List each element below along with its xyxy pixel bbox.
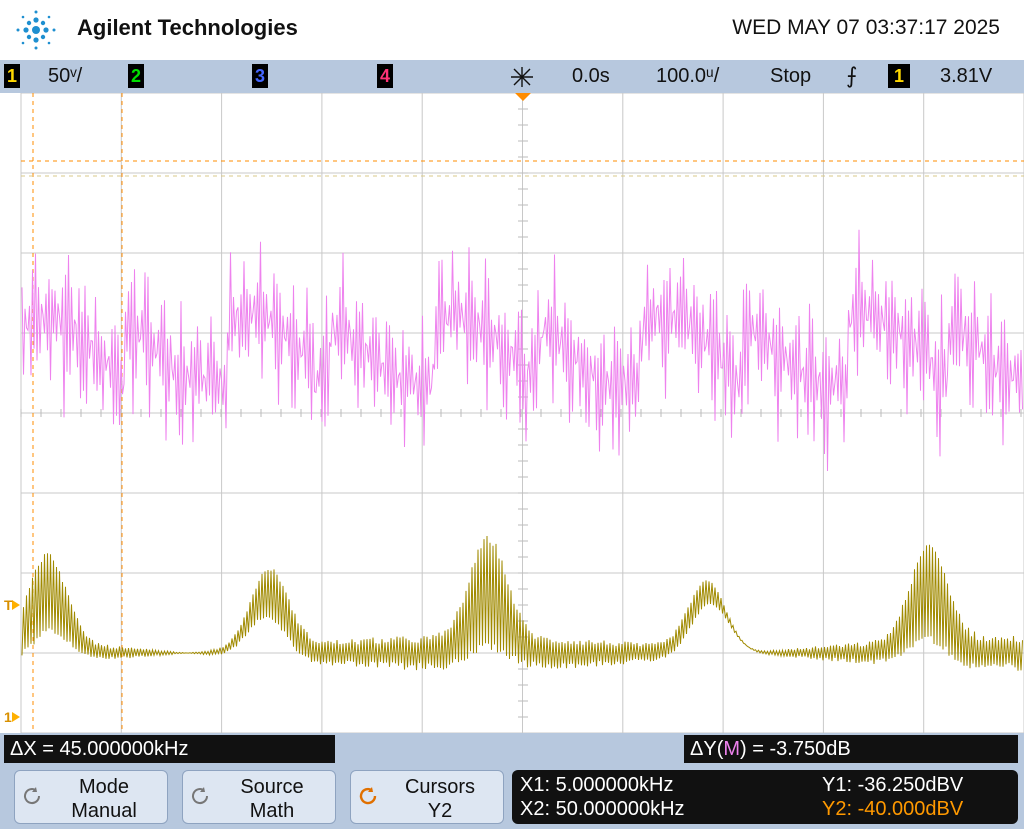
brand-name: Agilent Technologies: [77, 15, 298, 40]
source-value: Math: [249, 800, 295, 822]
channel-1-scale[interactable]: 50ᵛ/: [48, 65, 82, 88]
rotate-icon-orange: [359, 787, 377, 805]
status-bar: 1 50ᵛ/ 2 3 4 0.0s 100.0ᵘ/ Stop ⨍ 1 3.81V: [0, 60, 1024, 93]
ground-arrow: [12, 712, 20, 722]
delta-y-prefix: ΔY(: [690, 738, 724, 760]
delta-y-value: ) = -3.750dB: [740, 738, 851, 760]
channel-2-badge[interactable]: 2: [128, 64, 144, 88]
delta-x-readout: ΔX = 45.000000kHz: [4, 735, 335, 763]
channel-4-badge[interactable]: 4: [377, 64, 393, 88]
rotate-icon: [24, 787, 41, 805]
mode-softkey[interactable]: Mode Manual: [14, 770, 168, 824]
trigger-icon: [511, 67, 533, 87]
cursor-x1: X1: 5.000000kHz: [520, 774, 674, 796]
source-label: Source: [240, 776, 304, 798]
timebase-scale[interactable]: 100.0ᵘ/: [656, 65, 719, 88]
rotate-icon: [192, 787, 209, 805]
source-softkey[interactable]: Source Math: [182, 770, 336, 824]
trigger-source-badge[interactable]: 1: [888, 64, 910, 88]
trigger-slope-icon: ⨍: [846, 63, 858, 88]
cursor-readout-panel: X1: 5.000000kHz X2: 50.000000kHz Y1: -36…: [512, 770, 1018, 824]
top-bar: Agilent Technologies WED MAY 07 03:37:17…: [0, 0, 1024, 60]
softkey-bar: Mode Manual Source Math Cursors Y2 X1: 5…: [0, 766, 1024, 829]
cursors-label: Cursors: [404, 776, 475, 798]
cursors-softkey[interactable]: Cursors Y2: [350, 770, 504, 824]
channel-3-badge[interactable]: 3: [252, 64, 268, 88]
delay-value[interactable]: 0.0s: [572, 65, 610, 88]
cursors-value: Y2: [427, 800, 453, 822]
agilent-logo-icon: [16, 10, 56, 50]
measurement-readout-bar: ΔX = 45.000000kHz ΔY(M) = -3.750dB: [0, 733, 1024, 766]
cursor-y2: Y2: -40.000dBV: [822, 798, 964, 820]
trigger-level-arrow: [12, 600, 20, 610]
waveform-display[interactable]: T 1: [0, 93, 1024, 733]
cursor-y1: Y1: -36.250dBV: [822, 774, 964, 796]
delta-y-source: M: [723, 738, 741, 760]
waveform-graticule: [12, 93, 1024, 733]
cursor-x2: X2: 50.000000kHz: [520, 798, 685, 820]
run-state[interactable]: Stop: [770, 65, 811, 88]
trigger-position-marker: [515, 93, 531, 101]
channel-1-ground-marker[interactable]: 1: [4, 709, 12, 725]
mode-label: Mode: [78, 776, 130, 798]
mode-value: Manual: [71, 800, 137, 822]
delta-y-readout: ΔY(M) = -3.750dB: [684, 735, 1018, 763]
date-time: WED MAY 07 03:37:17 2025: [732, 16, 1000, 39]
trigger-level-marker[interactable]: T: [4, 597, 13, 613]
channel-1-badge[interactable]: 1: [4, 64, 20, 88]
trigger-level[interactable]: 3.81V: [940, 65, 992, 88]
